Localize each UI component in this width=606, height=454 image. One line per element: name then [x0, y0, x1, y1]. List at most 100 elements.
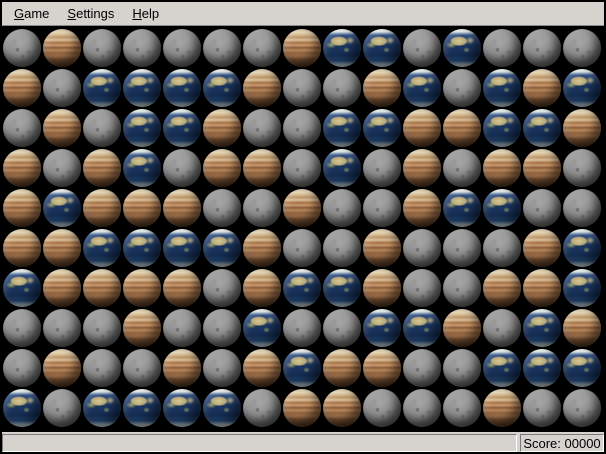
ball-jupiter[interactable]	[483, 389, 521, 427]
ball-earth[interactable]	[363, 309, 401, 347]
ball-jupiter[interactable]	[163, 189, 201, 227]
ball-moon[interactable]	[83, 349, 121, 387]
ball-jupiter[interactable]	[363, 269, 401, 307]
ball-jupiter[interactable]	[43, 269, 81, 307]
ball-moon[interactable]	[323, 69, 361, 107]
ball-earth[interactable]	[123, 149, 161, 187]
ball-moon[interactable]	[403, 269, 441, 307]
menu-help[interactable]: Help	[123, 2, 168, 25]
ball-moon[interactable]	[203, 29, 241, 67]
ball-moon[interactable]	[363, 189, 401, 227]
ball-jupiter[interactable]	[163, 269, 201, 307]
ball-earth[interactable]	[403, 69, 441, 107]
ball-moon[interactable]	[3, 349, 41, 387]
ball-jupiter[interactable]	[283, 189, 321, 227]
ball-moon[interactable]	[363, 389, 401, 427]
ball-earth[interactable]	[323, 149, 361, 187]
ball-moon[interactable]	[283, 109, 321, 147]
ball-moon[interactable]	[163, 309, 201, 347]
ball-jupiter[interactable]	[443, 309, 481, 347]
ball-earth[interactable]	[323, 269, 361, 307]
ball-earth[interactable]	[483, 109, 521, 147]
ball-earth[interactable]	[403, 309, 441, 347]
ball-jupiter[interactable]	[323, 349, 361, 387]
ball-jupiter[interactable]	[83, 189, 121, 227]
ball-moon[interactable]	[283, 309, 321, 347]
ball-earth[interactable]	[163, 69, 201, 107]
ball-jupiter[interactable]	[283, 29, 321, 67]
ball-moon[interactable]	[43, 149, 81, 187]
ball-jupiter[interactable]	[123, 189, 161, 227]
ball-jupiter[interactable]	[163, 349, 201, 387]
ball-moon[interactable]	[363, 149, 401, 187]
ball-moon[interactable]	[523, 389, 561, 427]
ball-jupiter[interactable]	[363, 229, 401, 267]
ball-jupiter[interactable]	[243, 229, 281, 267]
ball-jupiter[interactable]	[523, 229, 561, 267]
ball-moon[interactable]	[203, 349, 241, 387]
ball-jupiter[interactable]	[123, 269, 161, 307]
ball-moon[interactable]	[123, 349, 161, 387]
ball-moon[interactable]	[203, 269, 241, 307]
ball-earth[interactable]	[563, 269, 601, 307]
ball-earth[interactable]	[323, 109, 361, 147]
ball-jupiter[interactable]	[403, 109, 441, 147]
ball-earth[interactable]	[83, 229, 121, 267]
ball-jupiter[interactable]	[203, 109, 241, 147]
ball-jupiter[interactable]	[123, 309, 161, 347]
ball-earth[interactable]	[323, 29, 361, 67]
ball-jupiter[interactable]	[443, 109, 481, 147]
ball-jupiter[interactable]	[3, 229, 41, 267]
ball-jupiter[interactable]	[403, 149, 441, 187]
ball-earth[interactable]	[563, 69, 601, 107]
ball-earth[interactable]	[203, 229, 241, 267]
ball-jupiter[interactable]	[243, 349, 281, 387]
ball-jupiter[interactable]	[83, 149, 121, 187]
ball-jupiter[interactable]	[483, 269, 521, 307]
ball-jupiter[interactable]	[83, 269, 121, 307]
ball-earth[interactable]	[483, 189, 521, 227]
ball-jupiter[interactable]	[363, 349, 401, 387]
ball-moon[interactable]	[83, 29, 121, 67]
ball-moon[interactable]	[3, 109, 41, 147]
ball-moon[interactable]	[123, 29, 161, 67]
ball-moon[interactable]	[563, 149, 601, 187]
ball-jupiter[interactable]	[403, 189, 441, 227]
ball-moon[interactable]	[3, 309, 41, 347]
ball-moon[interactable]	[443, 229, 481, 267]
ball-earth[interactable]	[283, 349, 321, 387]
ball-earth[interactable]	[123, 229, 161, 267]
ball-earth[interactable]	[203, 69, 241, 107]
ball-moon[interactable]	[443, 69, 481, 107]
ball-moon[interactable]	[443, 349, 481, 387]
ball-earth[interactable]	[363, 29, 401, 67]
ball-jupiter[interactable]	[43, 229, 81, 267]
ball-moon[interactable]	[483, 29, 521, 67]
ball-jupiter[interactable]	[3, 69, 41, 107]
ball-moon[interactable]	[563, 29, 601, 67]
ball-earth[interactable]	[163, 229, 201, 267]
ball-moon[interactable]	[283, 229, 321, 267]
ball-moon[interactable]	[523, 29, 561, 67]
ball-jupiter[interactable]	[3, 189, 41, 227]
ball-jupiter[interactable]	[563, 109, 601, 147]
ball-jupiter[interactable]	[43, 109, 81, 147]
ball-moon[interactable]	[243, 29, 281, 67]
ball-moon[interactable]	[163, 29, 201, 67]
ball-earth[interactable]	[163, 109, 201, 147]
ball-moon[interactable]	[203, 189, 241, 227]
ball-jupiter[interactable]	[523, 149, 561, 187]
ball-earth[interactable]	[3, 389, 41, 427]
ball-moon[interactable]	[203, 309, 241, 347]
ball-moon[interactable]	[243, 389, 281, 427]
ball-earth[interactable]	[3, 269, 41, 307]
ball-jupiter[interactable]	[323, 389, 361, 427]
ball-moon[interactable]	[43, 389, 81, 427]
ball-earth[interactable]	[523, 109, 561, 147]
ball-jupiter[interactable]	[243, 149, 281, 187]
ball-jupiter[interactable]	[43, 349, 81, 387]
ball-moon[interactable]	[323, 229, 361, 267]
ball-earth[interactable]	[123, 109, 161, 147]
ball-earth[interactable]	[243, 309, 281, 347]
ball-moon[interactable]	[483, 229, 521, 267]
